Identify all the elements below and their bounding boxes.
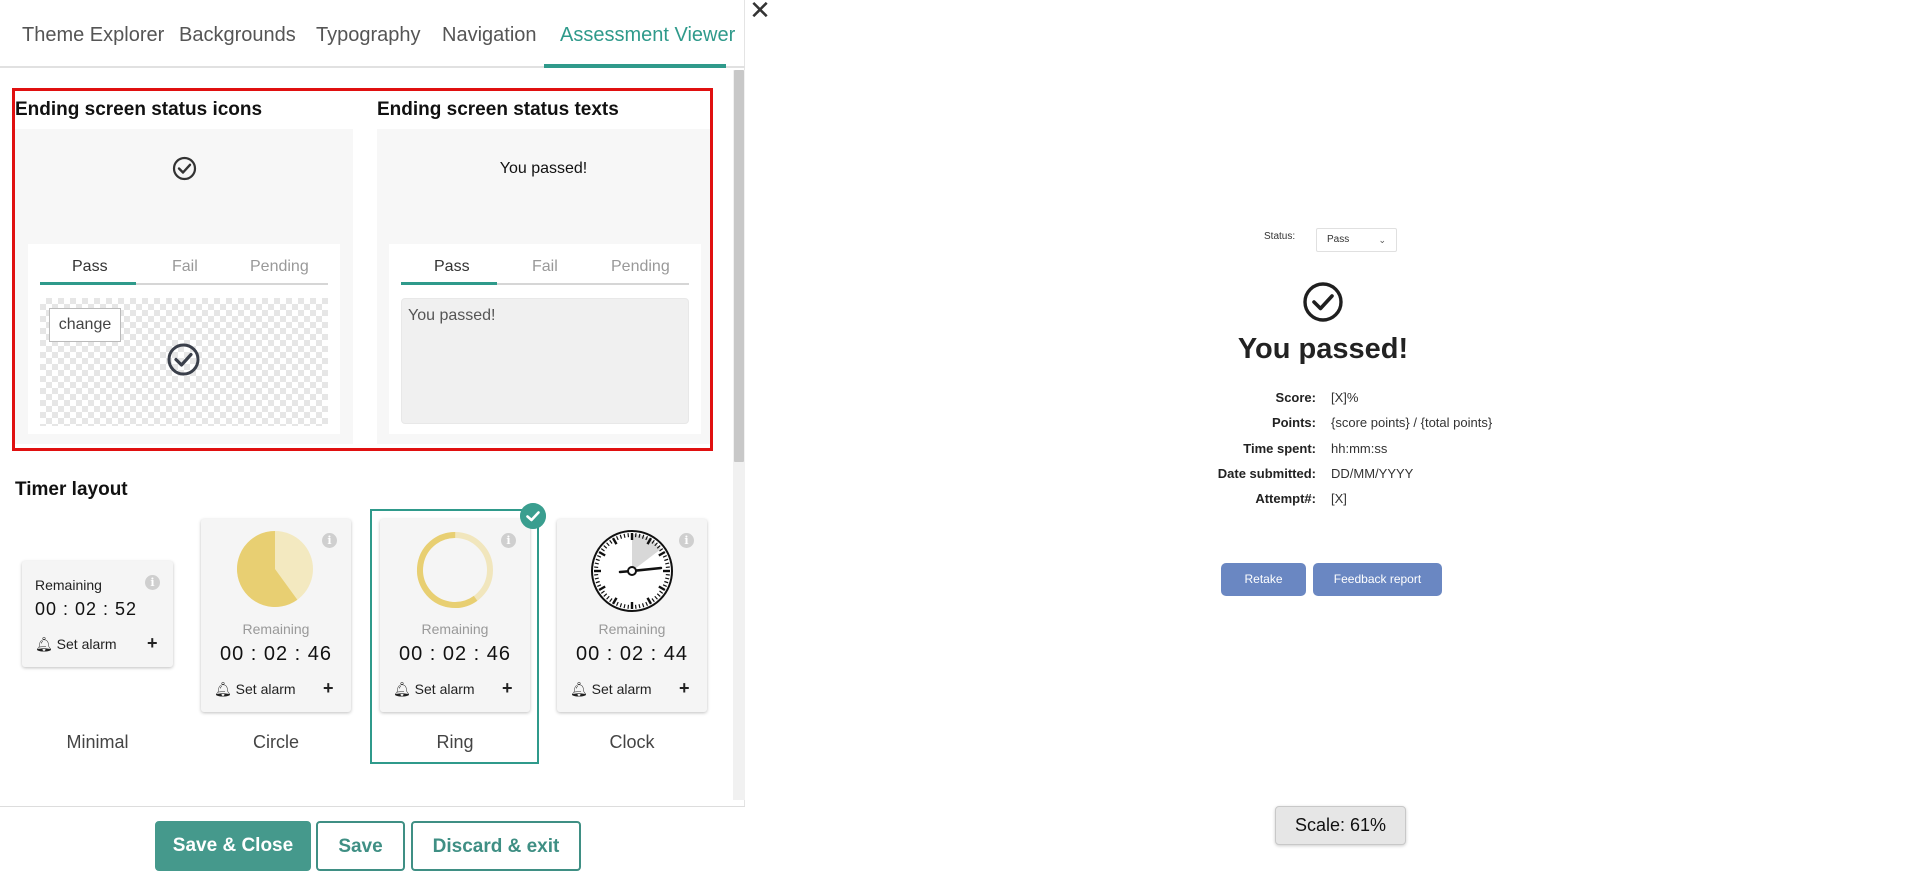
points-value: {score points} / {total points} — [1331, 415, 1492, 430]
texts-subtab-pending[interactable]: Pending — [611, 258, 670, 276]
timer-value: 00 : 02 : 44 — [557, 643, 707, 666]
timer-value: 00 : 02 : 52 — [35, 599, 137, 620]
date-submitted-value: DD/MM/YYYY — [1331, 466, 1413, 481]
plus-icon[interactable]: + — [679, 678, 690, 699]
status-label: Status: — [1264, 231, 1295, 242]
timer-name-minimal: Minimal — [22, 732, 173, 753]
selected-check-icon — [520, 503, 546, 529]
status-text-input[interactable]: You passed! — [401, 298, 689, 424]
texts-subtab-pass[interactable]: Pass — [434, 258, 470, 276]
close-icon[interactable]: ✕ — [748, 0, 772, 24]
timer-name-clock: Clock — [557, 732, 707, 753]
tab-navigation[interactable]: Navigation — [442, 24, 537, 47]
discard-and-exit-button[interactable]: Discard & exit — [411, 821, 581, 871]
check-circle-icon — [1302, 281, 1344, 323]
score-label: Score: — [1176, 390, 1316, 405]
subtab-indicator — [401, 282, 497, 285]
texts-subtab-fail[interactable]: Fail — [532, 258, 558, 276]
save-and-close-button[interactable]: Save & Close — [155, 821, 311, 871]
timer-name-circle: Circle — [201, 732, 351, 753]
ending-icons-title: Ending screen status icons — [15, 99, 262, 121]
tab-typography[interactable]: Typography — [316, 24, 421, 47]
bell-icon: 🔔︎ — [570, 681, 588, 697]
set-alarm[interactable]: 🔔︎ Set alarm — [570, 681, 652, 698]
timer-value: 00 : 02 : 46 — [201, 643, 351, 666]
clock-tick — [624, 534, 625, 538]
tab-bar: Theme Explorer Backgrounds Typography Na… — [0, 0, 745, 68]
clock-tick — [639, 534, 640, 538]
plus-icon[interactable]: + — [147, 633, 158, 654]
time-spent-label: Time spent: — [1176, 441, 1316, 456]
retake-button[interactable]: Retake — [1221, 563, 1306, 596]
clock-tick — [624, 604, 625, 608]
subtab-indicator — [40, 282, 136, 285]
tab-theme-explorer[interactable]: Theme Explorer — [22, 24, 164, 47]
info-icon[interactable]: i — [679, 533, 694, 548]
clock-tick — [639, 604, 640, 608]
remaining-label: Remaining — [201, 621, 351, 637]
clock-tick — [595, 563, 599, 564]
status-select-value: Pass — [1327, 234, 1349, 245]
icons-subtab-pending[interactable]: Pending — [250, 258, 309, 276]
attempt-value: [X] — [1331, 491, 1347, 506]
active-tab-indicator — [544, 64, 726, 68]
clock-timer-icon — [590, 529, 674, 613]
points-label: Points: — [1176, 415, 1316, 430]
remaining-label: Remaining — [35, 577, 102, 593]
clock-tick — [595, 578, 599, 579]
info-icon[interactable]: i — [145, 575, 160, 590]
scale-indicator: Scale: 61% — [1275, 806, 1406, 845]
save-button[interactable]: Save — [316, 821, 405, 871]
score-value: [X]% — [1331, 390, 1358, 405]
set-alarm[interactable]: 🔔︎ Set alarm — [35, 636, 117, 653]
icons-subtab-pass[interactable]: Pass — [72, 258, 108, 276]
result-heading: You passed! — [1150, 333, 1496, 366]
time-spent-value: hh:mm:ss — [1331, 441, 1387, 456]
selected-timer-outline — [370, 509, 539, 764]
clock-tick — [665, 578, 669, 579]
bell-icon: 🔔︎ — [35, 636, 53, 652]
icons-subtab-fail[interactable]: Fail — [172, 258, 198, 276]
remaining-label: Remaining — [557, 621, 707, 637]
status-text-preview: You passed! — [377, 160, 710, 178]
pie-timer-icon — [236, 530, 314, 608]
feedback-report-button[interactable]: Feedback report — [1313, 563, 1442, 596]
change-icon-button[interactable]: change — [49, 308, 121, 342]
tab-assessment-viewer[interactable]: Assessment Viewer — [560, 24, 735, 47]
timer-layout-title: Timer layout — [15, 479, 128, 501]
settings-panel: Theme Explorer Backgrounds Typography Na… — [0, 0, 745, 867]
info-icon[interactable]: i — [322, 533, 337, 548]
plus-icon[interactable]: + — [323, 678, 334, 699]
attempt-label: Attempt#: — [1176, 491, 1316, 506]
clock-tick — [665, 563, 669, 564]
check-circle-icon — [166, 342, 201, 377]
ending-texts-title: Ending screen status texts — [377, 99, 619, 121]
set-alarm[interactable]: 🔔︎ Set alarm — [214, 681, 296, 698]
bell-icon: 🔔︎ — [214, 681, 232, 697]
chevron-down-icon: ⌄ — [1378, 229, 1386, 251]
tab-backgrounds[interactable]: Backgrounds — [179, 24, 296, 47]
scrollbar-thumb[interactable] — [734, 70, 744, 462]
status-select[interactable]: Pass ⌄ — [1316, 228, 1397, 252]
date-submitted-label: Date submitted: — [1176, 466, 1316, 481]
check-circle-icon — [172, 156, 197, 181]
